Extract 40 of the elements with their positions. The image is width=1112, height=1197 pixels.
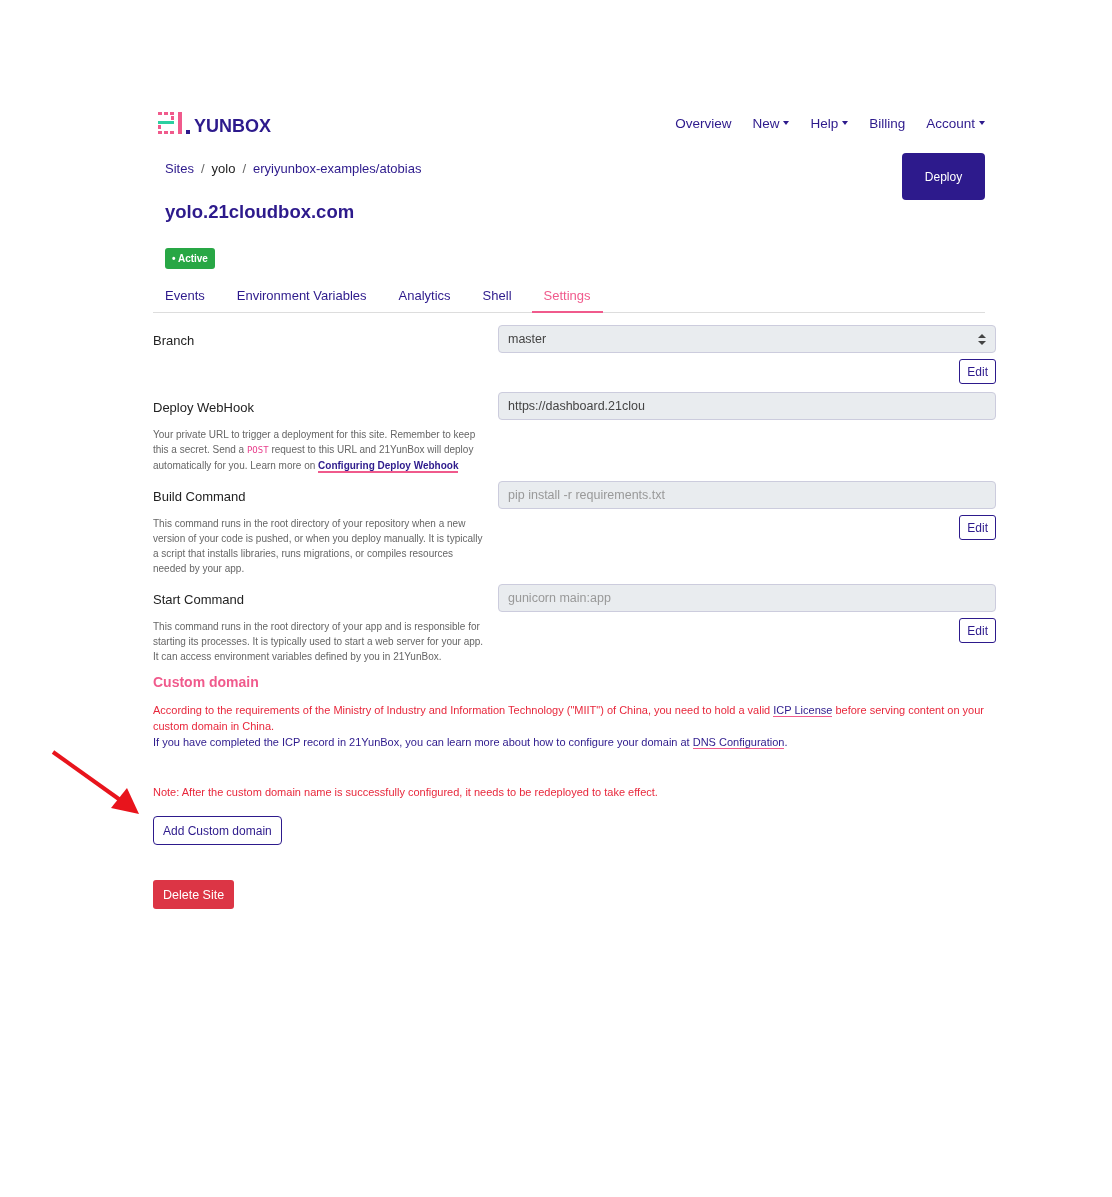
docs-link[interactable]: ICP License (773, 704, 833, 717)
setting-description: This command runs in the root directory of your app and is responsible for starting its processes. It is typically used to start a web server for your app. It can access environment variables defined by you in 21YunBox. (153, 620, 485, 664)
deploy-button[interactable]: Deploy (902, 153, 985, 200)
setting-label: Start Command (153, 592, 246, 607)
status-badge: • Active (165, 248, 215, 269)
add-domain-button[interactable]: Add Custom domain (153, 816, 282, 845)
breadcrumb-separator: / (242, 160, 246, 177)
nav-link[interactable]: New (752, 115, 790, 131)
tab[interactable]: Shell (470, 283, 524, 313)
edit-button[interactable]: Edit (959, 515, 996, 540)
sort-arrows-icon (978, 333, 986, 345)
section-title: Custom domain (153, 674, 260, 690)
site-title: yolo.21cloudbox.com (165, 201, 356, 223)
delete-button[interactable]: Delete Site (153, 880, 235, 909)
breadcrumb-item: yolo (211, 160, 236, 177)
branch-select[interactable]: master (498, 325, 996, 353)
setting-label: Deploy WebHook (153, 400, 255, 415)
setting-description: This command runs in the root directory of your repository when a new version of your code is pushed, or when you deploy manually. It is typically a script that installs libraries, runs migrations, or compiles resources needed by your app. (153, 517, 484, 576)
setting-description: Your private URL to trigger a deployment for this site. Remember to keep this a secret. Send a POST request to this URL and 21YunBox will deploy automatically for you. Learn more on Configuring Deploy Webhook (153, 428, 477, 473)
nav-link[interactable]: Help (810, 115, 849, 131)
docs-link[interactable]: Configuring Deploy Webhook (318, 460, 459, 473)
logo-text: YUNBOX (194, 118, 271, 134)
logo-mark-icon (158, 112, 192, 134)
breadcrumb-link[interactable]: Sites (165, 160, 194, 177)
setting-label: Build Command (153, 489, 247, 504)
nav-link[interactable]: Billing (869, 115, 906, 131)
edit-button[interactable]: Edit (959, 618, 996, 643)
edit-button[interactable]: Edit (959, 359, 996, 384)
note-text: Note: After the custom domain name is successfully configured, it needs to be redeployed to take effect. (153, 786, 659, 798)
nav-link[interactable]: Overview (675, 115, 732, 131)
setting-label: Branch (153, 333, 196, 348)
logo[interactable]: YUNBOX (158, 112, 271, 134)
breadcrumb-separator: / (200, 160, 205, 177)
nav-link[interactable]: Account (926, 115, 985, 131)
tab[interactable]: Environment Variables (224, 283, 379, 313)
tab[interactable]: Analytics (386, 283, 463, 313)
tab[interactable]: Events (153, 283, 217, 313)
notice-text: According to the requirements of the Ministry of Industry and Information Technology ("MIIT") of China, you need to hold a valid ICP License before serving content on your custom domain in China. (153, 703, 986, 734)
notice-text: If you have completed the ICP record in 21YunBox, you can learn more about how to configure your domain at DNS Configuration. (153, 735, 789, 750)
breadcrumb-link[interactable]: eryiyunbox-examples/atobias (253, 160, 422, 177)
